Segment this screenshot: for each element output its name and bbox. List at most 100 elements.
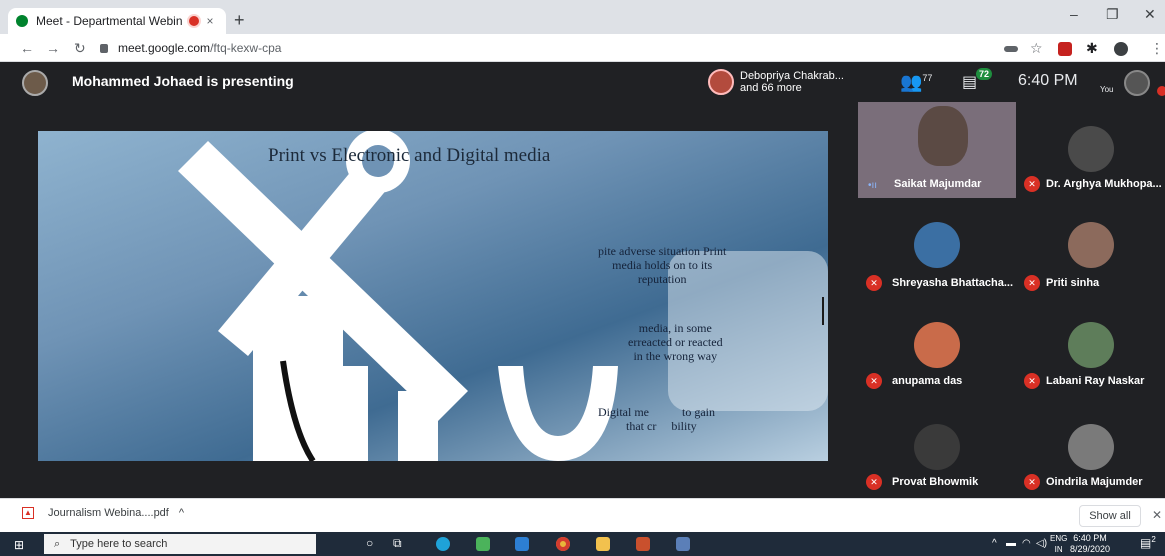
tab-close-button[interactable]: ×	[207, 14, 214, 28]
extensions-puzzle-icon[interactable]: ✱	[1086, 40, 1098, 57]
avatar	[708, 69, 734, 95]
speaking-indicator-icon: •ıı	[868, 180, 878, 191]
avatar	[914, 322, 960, 368]
participant-tile[interactable]: ✕ Dr. Arghya Mukhopa...	[1016, 102, 1165, 198]
participant-name: Oindrila Majumder	[1046, 476, 1143, 488]
pdf-extension-icon[interactable]	[1058, 42, 1072, 56]
task-view-icon[interactable]: ⧉	[393, 536, 402, 551]
restore-button[interactable]: ❐	[1106, 6, 1119, 23]
url-host: meet.google.com	[118, 41, 211, 55]
you-label: You	[1100, 85, 1114, 94]
mic-off-icon: ✕	[866, 474, 882, 490]
edge-icon[interactable]	[436, 537, 450, 551]
presenting-label: Mohammed Johaed is presenting	[72, 73, 294, 89]
download-bar-close-button[interactable]: ✕	[1152, 508, 1162, 522]
search-icon: ⌕	[54, 537, 61, 550]
slide-text-line: pite adverse situation Print	[598, 244, 727, 258]
bookmark-star-icon[interactable]: ☆	[1030, 40, 1043, 57]
people-icon: 👥	[900, 72, 923, 92]
volume-icon[interactable]: ◁)	[1036, 538, 1047, 549]
url-field[interactable]: meet.google.com/ftq-kexw-cpa	[100, 38, 980, 58]
tab-meet[interactable]: Meet - Departmental Webin ×	[8, 8, 226, 34]
slide-text-fragment: bility	[671, 419, 697, 433]
meeting-clock: 6:40 PM	[1018, 72, 1078, 89]
store-icon[interactable]	[476, 537, 490, 551]
chevron-up-icon[interactable]: ^	[179, 507, 184, 519]
url-path: /ftq-kexw-cpa	[210, 41, 282, 55]
windows-start-icon[interactable]: ⊞	[14, 538, 24, 552]
mic-off-icon: ✕	[1024, 373, 1040, 389]
participant-name: Shreyasha Bhattacha...	[892, 277, 1014, 289]
photos-icon[interactable]	[636, 537, 650, 551]
taskbar-search-input[interactable]: ⌕ Type here to search	[44, 534, 316, 554]
tray-expand-icon[interactable]: ^	[992, 538, 997, 549]
mail-icon[interactable]	[515, 537, 529, 551]
taskbar-date: 8/29/2020	[1070, 544, 1111, 554]
meet-header: Mohammed Johaed is presenting Debopriya …	[0, 62, 1165, 102]
avatar	[1068, 222, 1114, 268]
taskbar-clock[interactable]: 6:40 PM 8/29/2020	[1070, 533, 1110, 555]
network-icon[interactable]: ▬	[1006, 538, 1016, 549]
avatar	[1068, 322, 1114, 368]
participants-preview[interactable]: Debopriya Chakrab... and 66 more	[708, 66, 864, 98]
back-arrow-icon[interactable]: ←	[20, 40, 34, 56]
participant-name: Provat Bhowmik	[892, 476, 979, 488]
camera-indicator-icon[interactable]	[1004, 46, 1018, 52]
app-icon[interactable]	[676, 537, 690, 551]
show-all-button[interactable]: Show all	[1079, 505, 1141, 527]
download-bar: ▲ Journalism Webina....pdf ^ Show all ✕	[0, 498, 1165, 532]
reload-icon[interactable]: ↻	[74, 40, 86, 57]
participant-name: Dr. Arghya Mukhopa...	[1046, 178, 1162, 190]
lock-icon	[100, 43, 108, 53]
tab-title: Meet - Departmental Webin	[36, 14, 183, 28]
slide-text-line: media holds on to its	[612, 258, 713, 272]
browser-tab-bar: Meet - Departmental Webin × + – ❐ ✕	[0, 0, 1165, 34]
people-button[interactable]: 👥77	[900, 72, 932, 93]
minimize-button[interactable]: –	[1070, 6, 1078, 22]
avatar	[918, 106, 968, 166]
people-count: 77	[922, 73, 933, 83]
profile-avatar-icon[interactable]	[1114, 42, 1128, 56]
language-indicator[interactable]: ENG IN	[1050, 533, 1067, 555]
download-item[interactable]: ▲ Journalism Webina....pdf ^	[22, 507, 184, 519]
mic-off-icon: ✕	[1024, 176, 1040, 192]
cortana-icon[interactable]: ○	[366, 536, 373, 550]
slide-text-line: media, in some	[638, 321, 712, 335]
slide-text-line: in the wrong way	[633, 349, 718, 363]
participant-tile[interactable]: ✕ Shreyasha Bhattacha...	[858, 198, 1016, 298]
search-placeholder: Type here to search	[70, 538, 168, 550]
self-avatar[interactable]	[1124, 70, 1150, 96]
new-tab-button[interactable]: +	[234, 10, 245, 31]
slide-text-fragment: to gain	[682, 405, 715, 419]
chrome-menu-icon[interactable]: ⋮	[1150, 40, 1164, 57]
notification-center-icon[interactable]: ▤2	[1140, 535, 1156, 550]
participant-tile[interactable]: ✕ Priti sinha	[1016, 198, 1165, 298]
participant-name: Saikat Majumdar	[894, 178, 982, 190]
slide-text-line: reputation	[637, 272, 687, 286]
windows-taskbar: ⊞ ⌕ Type here to search ○ ⧉ ^ ▬ ◠ ◁) ENG…	[0, 532, 1165, 556]
slide-title: Print vs Electronic and Digital media	[268, 145, 551, 166]
slide-text-fragment: Digital me	[598, 405, 649, 419]
participant-tile[interactable]: ✕ Labani Ray Naskar	[1016, 298, 1165, 398]
participant-name: anupama das	[892, 375, 963, 387]
window-close-button[interactable]: ✕	[1144, 6, 1156, 23]
lang-top: ENG	[1050, 534, 1068, 543]
meet-favicon-icon	[16, 15, 28, 27]
chrome-icon[interactable]	[556, 537, 570, 551]
file-explorer-icon[interactable]	[596, 537, 610, 551]
chat-button[interactable]: ▤ 72	[962, 68, 993, 92]
forward-arrow-icon[interactable]: →	[46, 40, 60, 56]
participant-tile[interactable]: ✕ Oindrila Majumder	[1016, 398, 1165, 498]
download-filename: Journalism Webina....pdf	[48, 507, 169, 519]
participant-name: Priti sinha	[1046, 277, 1100, 289]
participant-tile[interactable]: ✕ Provat Bhowmik	[858, 398, 1016, 498]
mic-off-icon: ✕	[866, 373, 882, 389]
presenter-avatar	[22, 70, 48, 96]
participant-tile[interactable]: •ıı Saikat Majumdar	[858, 102, 1016, 198]
wifi-icon[interactable]: ◠	[1022, 538, 1031, 549]
presentation-slide: Print vs Electronic and Digital media pi…	[38, 131, 828, 461]
participant-tile[interactable]: ✕ anupama das	[858, 298, 1016, 398]
participant-name: Labani Ray Naskar	[1046, 375, 1145, 387]
recording-icon	[188, 16, 199, 26]
others-line1: Debopriya Chakrab...	[740, 70, 844, 82]
